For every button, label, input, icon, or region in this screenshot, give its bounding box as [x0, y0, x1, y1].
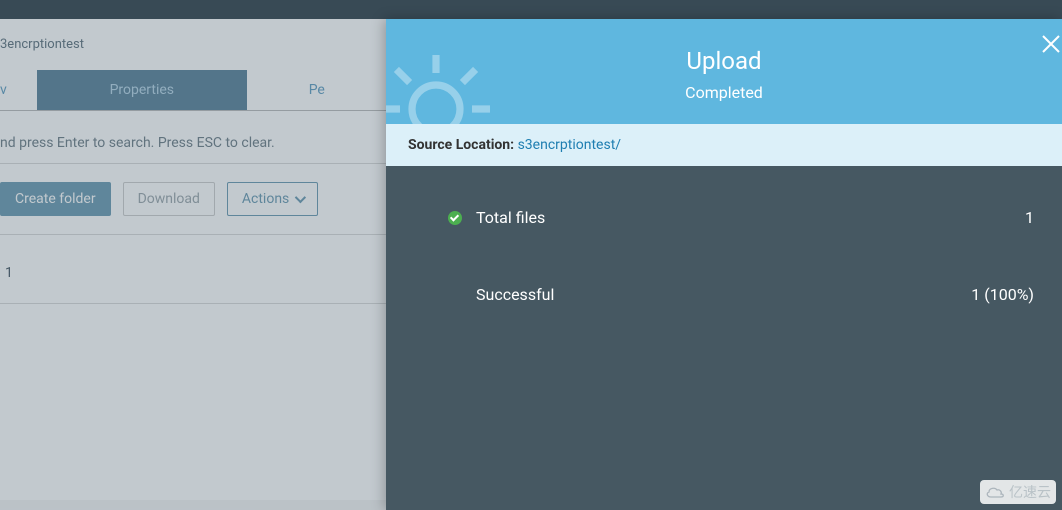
chevron-down-icon: [295, 192, 306, 203]
download-button: Download: [123, 182, 215, 216]
total-files-value: 1: [1025, 208, 1034, 227]
total-files-label: Total files: [476, 208, 545, 227]
close-icon[interactable]: [1040, 33, 1062, 59]
successful-value: 1 (100%): [971, 285, 1034, 304]
stat-total-files: Total files 1: [448, 208, 1034, 227]
source-link[interactable]: s3encrptiontest/: [518, 137, 621, 153]
panel-header: Upload Completed: [386, 19, 1062, 124]
source-location-bar: Source Location: s3encrptiontest/: [386, 124, 1062, 166]
actions-button[interactable]: Actions: [227, 182, 318, 216]
check-icon: [448, 211, 462, 225]
source-label: Source Location:: [408, 137, 514, 153]
tab-properties[interactable]: Properties: [37, 70, 247, 110]
upload-stats: Total files 1 Successful 1 (100%): [386, 166, 1062, 362]
watermark: 亿速云: [980, 480, 1056, 504]
top-bar: [0, 0, 1062, 19]
actions-label: Actions: [242, 191, 289, 207]
create-folder-button[interactable]: Create folder: [0, 182, 111, 216]
tab-permissions[interactable]: Pe: [247, 70, 387, 110]
successful-label: Successful: [476, 285, 554, 304]
upload-panel: Upload Completed Source Location: s3encr…: [386, 19, 1062, 510]
cloud-icon: [985, 485, 1005, 499]
gear-icon: [386, 49, 496, 124]
stat-successful: Successful 1 (100%): [448, 285, 1034, 304]
tab-overview[interactable]: v: [0, 70, 37, 110]
